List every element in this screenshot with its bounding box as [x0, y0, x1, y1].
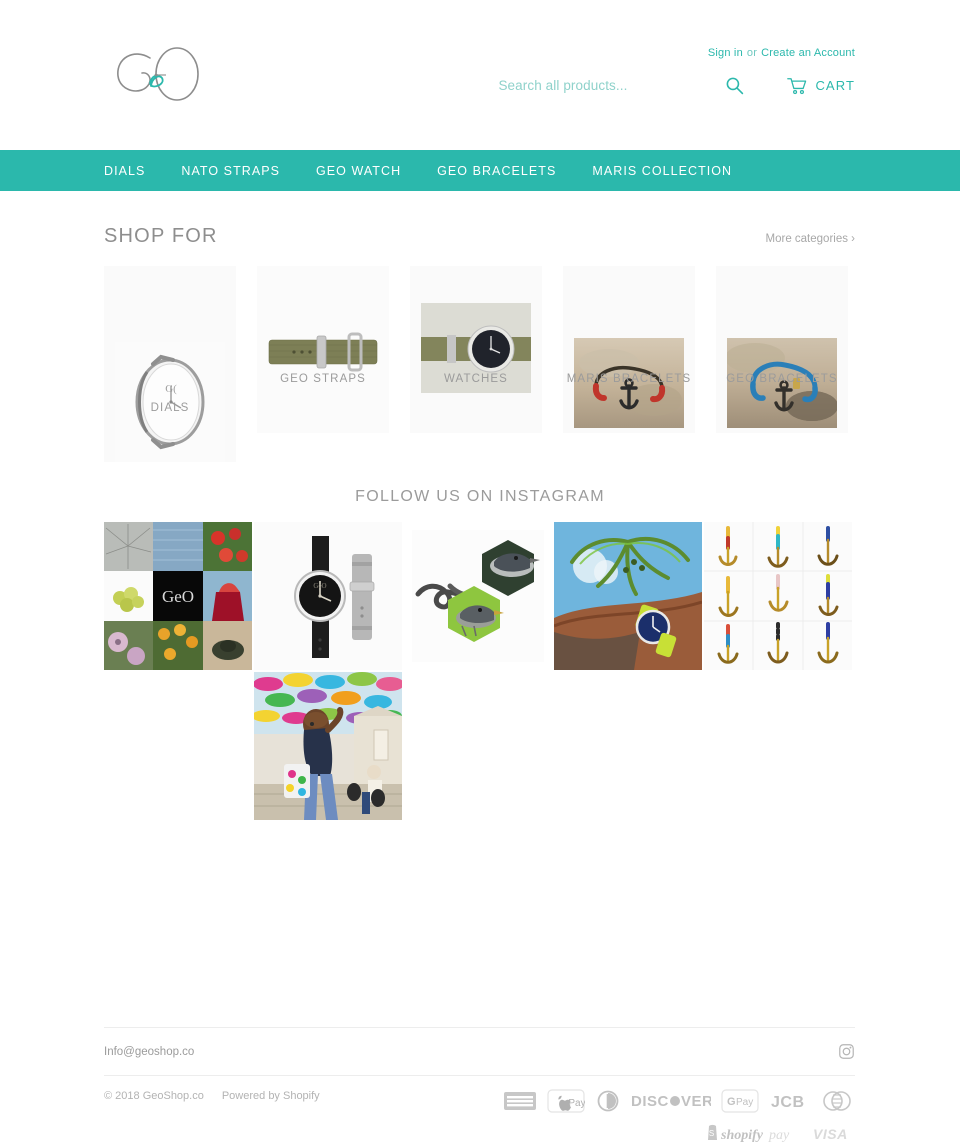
site-logo[interactable] [104, 42, 234, 106]
category-card-dials[interactable]: G( DIALS [104, 266, 236, 462]
nav-item-nato-straps[interactable]: NATO STRAPS [181, 164, 280, 178]
nine-photo-collage-image: GeO [104, 522, 252, 670]
svg-text:DISC: DISC [631, 1093, 669, 1110]
nav-item-geo-bracelets[interactable]: GEO BRACELETS [437, 164, 556, 178]
or-separator: or [746, 47, 758, 59]
footer-instagram-link[interactable] [838, 1043, 855, 1060]
payment-icon-american-express [503, 1090, 537, 1112]
woman-under-umbrellas-image [254, 672, 402, 820]
category-card-watches[interactable]: WATCHES [410, 266, 542, 433]
create-account-link[interactable]: Create an Account [761, 47, 855, 59]
nav-item-geo-watch[interactable]: GEO WATCH [316, 164, 401, 178]
svg-text:GeO: GeO [162, 587, 194, 606]
search-input[interactable] [498, 78, 699, 93]
instagram-post-anchor-grid[interactable] [704, 522, 852, 670]
svg-text:JCB: JCB [771, 1094, 805, 1111]
instagram-post-palm-watch[interactable] [554, 522, 702, 670]
copyright-block: © 2018 GeoShop.co Powered by Shopify [104, 1090, 320, 1102]
powered-by-shopify-link[interactable]: Powered by Shopify [222, 1090, 320, 1102]
instagram-post-umbrellas[interactable] [254, 672, 402, 820]
svg-text:S: S [709, 1129, 714, 1138]
instagram-section-title: FOLLOW US ON INSTAGRAM [355, 488, 605, 505]
svg-text:shopify: shopify [720, 1128, 764, 1143]
search-submit-button[interactable] [713, 76, 755, 95]
payment-icon-discover: DISC VER [631, 1090, 711, 1112]
svg-text:VISA: VISA [813, 1126, 848, 1142]
svg-text:VER: VER [681, 1093, 711, 1110]
two-watches-image: GeO [254, 522, 402, 670]
instagram-icon [839, 1044, 854, 1059]
nav-item-dials[interactable]: DIALS [104, 164, 145, 178]
storefront-page: Sign inorCreate an Account CART [0, 0, 960, 1147]
site-header: Sign inorCreate an Account CART [0, 0, 960, 150]
instagram-post-collage[interactable]: GeO [104, 522, 252, 670]
account-bar: Sign in or Create an Account [708, 47, 855, 59]
instagram-gallery: GeO GeO [104, 522, 856, 820]
instagram-post-hexagon-birds[interactable] [404, 522, 552, 670]
more-categories-link[interactable]: More categories › [766, 233, 855, 245]
cart-link[interactable]: CART [787, 77, 855, 95]
category-label-geo-bracelets: GEO BRACELETS [726, 373, 838, 385]
shop-for-header: SHOP FOR More categories › [104, 225, 855, 248]
anchor-bracelets-grid-image [704, 522, 852, 670]
category-card-geo-bracelets[interactable]: GEO BRACELETS [716, 266, 848, 433]
svg-text:pay: pay [768, 1128, 790, 1143]
watch-under-palm-tree-image [554, 522, 702, 670]
payment-icon-mastercard [819, 1090, 855, 1112]
search-form [498, 78, 713, 93]
payment-icon-google-pay: G Pay [721, 1089, 759, 1113]
olive-nato-strap-image [257, 266, 389, 433]
category-grid: G( DIALS GEO STRAPS WATCHES MARIS BRACEL… [104, 266, 960, 462]
footer-legal-row: © 2018 GeoShop.co Powered by Shopify Pay… [104, 1075, 855, 1147]
category-card-geo-straps[interactable]: GEO STRAPS [257, 266, 389, 433]
nav-item-maris-collection[interactable]: MARIS COLLECTION [592, 164, 732, 178]
hexagon-birds-and-knot-image [404, 522, 552, 670]
svg-text:Pay: Pay [736, 1097, 753, 1108]
category-card-maris-bracelets[interactable]: MARIS BRACELETS [563, 266, 695, 433]
header-utilities: CART [498, 76, 855, 95]
sign-in-link[interactable]: Sign in [708, 47, 743, 59]
svg-text:G: G [727, 1096, 736, 1108]
category-label-geo-straps: GEO STRAPS [280, 373, 366, 385]
cart-label: CART [815, 78, 855, 93]
shopping-cart-icon [787, 77, 807, 94]
svg-text:Pay: Pay [568, 1098, 585, 1109]
payment-icon-jcb: JCB [769, 1090, 809, 1112]
site-footer: Info@geoshop.co © 2018 GeoShop.co Powere… [0, 1027, 960, 1147]
payment-icon-apple-pay: Pay [547, 1089, 585, 1113]
footer-email-link[interactable]: Info@geoshop.co [104, 1046, 194, 1058]
payment-methods-list: Pay DISC VER G Pay JCB S shopify pay VIS… [425, 1089, 855, 1144]
main-navigation: DIALS NATO STRAPS GEO WATCH GEO BRACELET… [0, 150, 960, 191]
search-icon [726, 77, 744, 95]
svg-text:GeO: GeO [313, 582, 326, 590]
category-label-watches: WATCHES [444, 373, 508, 385]
instagram-post-two-watches[interactable]: GeO [254, 522, 402, 670]
copyright-text: © 2018 GeoShop.co [104, 1090, 204, 1102]
category-label-dials: DIALS [150, 402, 190, 414]
payment-icon-shopify-pay: S shopify pay [705, 1122, 801, 1144]
payment-icon-visa: VISA [811, 1122, 855, 1144]
footer-contact-row: Info@geoshop.co [104, 1027, 855, 1075]
payment-icon-diners-club [595, 1090, 621, 1112]
category-label-maris-bracelets: MARIS BRACELETS [566, 373, 692, 385]
page-title: SHOP FOR [104, 225, 218, 247]
